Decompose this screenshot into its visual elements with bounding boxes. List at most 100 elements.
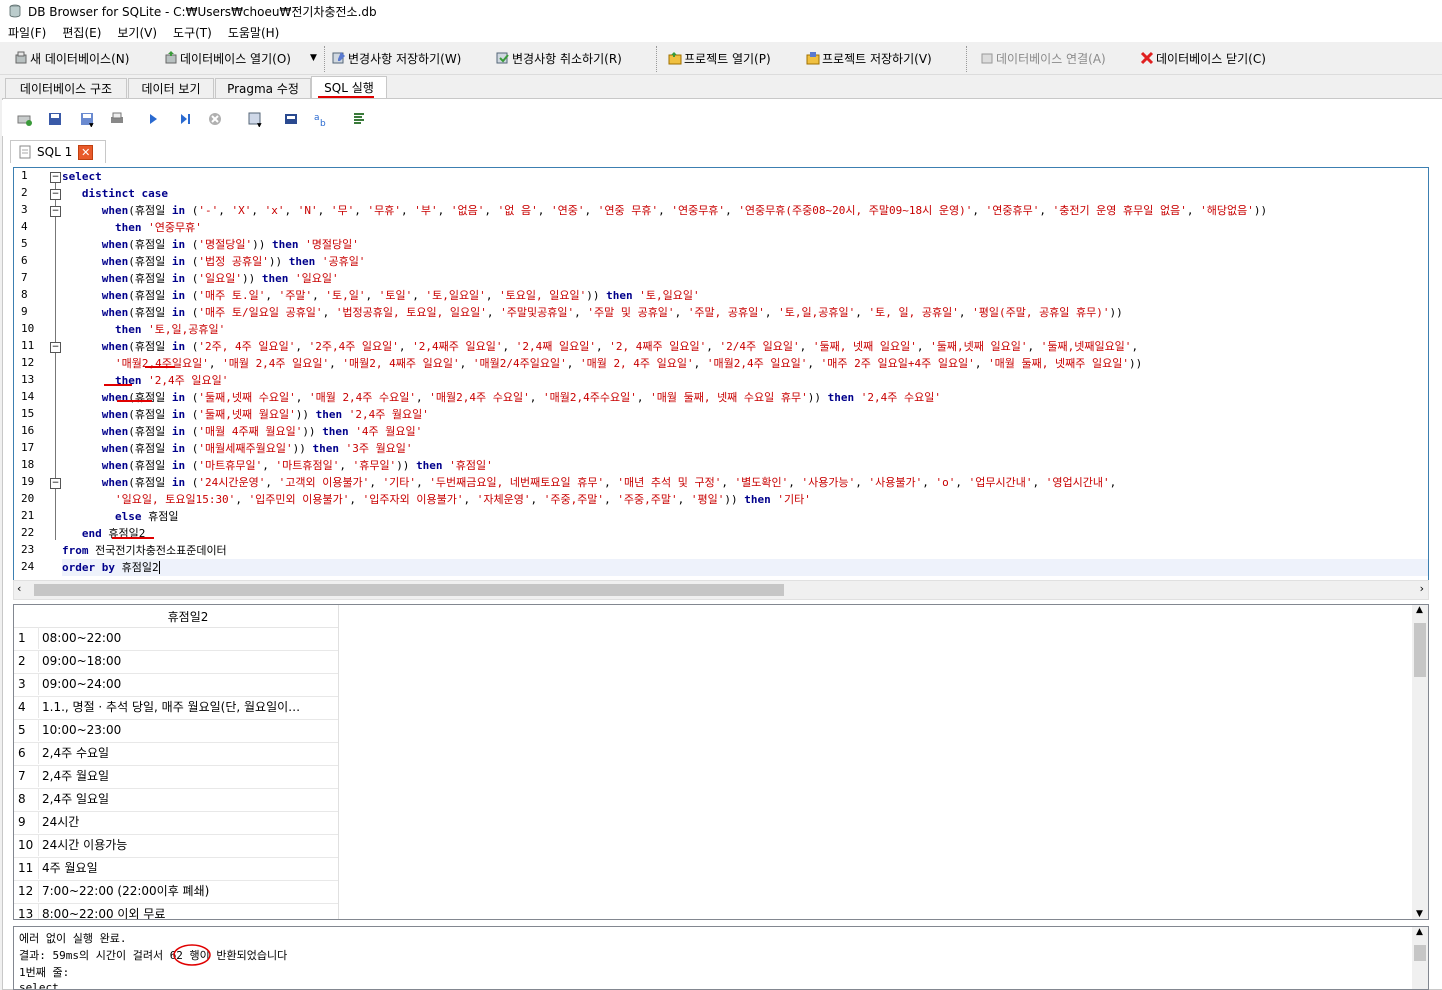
results-vertical-scrollbar[interactable]: ▲ ▼ bbox=[1412, 605, 1428, 919]
save-sql-file-button[interactable]: ▼ bbox=[78, 110, 96, 128]
fold-marker[interactable]: − bbox=[50, 478, 61, 489]
table-cell[interactable]: 2,4주 일요일 bbox=[38, 788, 338, 810]
table-cell[interactable]: 2,4주 수요일 bbox=[38, 742, 338, 764]
new-database-button[interactable]: 새 데이터베이스(N) bbox=[14, 46, 129, 70]
menu-edit[interactable]: 편집(E) bbox=[54, 24, 109, 41]
menu-view[interactable]: 보기(V) bbox=[109, 24, 165, 41]
row-number[interactable]: 13 bbox=[14, 903, 40, 919]
open-sql-file-button[interactable] bbox=[46, 110, 64, 128]
row-number[interactable]: 7 bbox=[14, 765, 40, 787]
window-title: DB Browser for SQLite - C:₩Users₩choeu₩전… bbox=[28, 4, 377, 19]
code-line: when(휴점일 in ('24시간운영', '고객외 이용불가', '기타',… bbox=[101, 476, 1117, 489]
scrollbar-thumb[interactable] bbox=[1414, 623, 1426, 677]
table-row[interactable]: 3 09:00~24:00 bbox=[14, 673, 338, 697]
table-row[interactable]: 13 8:00~22:00 이외 무료 bbox=[14, 903, 338, 919]
execute-current-line-button[interactable] bbox=[176, 110, 194, 128]
save-results-button[interactable]: ▼ bbox=[246, 110, 264, 128]
chevron-left-icon[interactable]: ‹ bbox=[17, 582, 21, 595]
table-row[interactable]: 9 24시간 bbox=[14, 811, 338, 835]
tab-edit-pragmas[interactable]: Pragma 수정 bbox=[215, 78, 311, 98]
table-row[interactable]: 1 08:00~22:00 bbox=[14, 627, 338, 651]
table-cell[interactable]: 24시간 bbox=[38, 811, 338, 833]
open-project-button[interactable]: 프로젝트 열기(P) bbox=[668, 46, 771, 70]
code-line: when(휴점일 in ('둘째,넷째 월요일')) then '2,4주 월요… bbox=[101, 408, 429, 421]
table-cell[interactable]: 24시간 이용가능 bbox=[38, 834, 338, 856]
annotation-underline bbox=[112, 537, 154, 539]
column-header[interactable]: 휴점일2 bbox=[38, 605, 338, 628]
stop-execution-button[interactable] bbox=[206, 110, 224, 128]
table-row[interactable]: 5 10:00~23:00 bbox=[14, 719, 338, 743]
row-number[interactable]: 8 bbox=[14, 788, 40, 810]
row-number[interactable]: 12 bbox=[14, 880, 40, 902]
row-number[interactable]: 3 bbox=[14, 673, 40, 695]
chevron-right-icon[interactable]: › bbox=[1420, 582, 1424, 595]
row-number[interactable]: 5 bbox=[14, 719, 40, 741]
table-cell[interactable]: 4주 월요일 bbox=[38, 857, 338, 879]
row-number[interactable]: 9 bbox=[14, 811, 40, 833]
results-grid[interactable]: 휴점일2 1 08:00~22:00 2 09:00~18:00 3 09:00~24:0… bbox=[13, 604, 1429, 920]
open-tab-button[interactable] bbox=[16, 110, 34, 128]
row-number[interactable]: 11 bbox=[14, 857, 40, 879]
close-database-button[interactable]: 데이터베이스 닫기(C) bbox=[1140, 46, 1266, 70]
attach-database-button[interactable]: 데이터베이스 연결(A) bbox=[980, 46, 1106, 70]
menu-tools[interactable]: 도구(T) bbox=[165, 24, 220, 41]
tab-browse-data[interactable]: 데이터 보기 bbox=[128, 78, 214, 98]
find-replace-button[interactable]: ab bbox=[312, 110, 330, 128]
table-cell[interactable]: 10:00~23:00 bbox=[38, 719, 338, 741]
table-row[interactable]: 11 4주 월요일 bbox=[14, 857, 338, 881]
scrollbar-thumb[interactable] bbox=[34, 584, 784, 596]
open-database-button[interactable]: 데이터베이스 열기(O) bbox=[164, 46, 291, 70]
table-row[interactable]: 8 2,4주 일요일 bbox=[14, 788, 338, 812]
row-number[interactable]: 10 bbox=[14, 834, 40, 856]
code-line: when(휴점일 in ('법정 공휴일')) then '공휴일' bbox=[101, 255, 366, 268]
row-number[interactable]: 2 bbox=[14, 650, 40, 672]
svg-text:a: a bbox=[314, 113, 320, 123]
row-number[interactable]: 4 bbox=[14, 696, 40, 718]
scrollbar-thumb[interactable] bbox=[1414, 945, 1426, 961]
table-row[interactable]: 2 09:00~18:00 bbox=[14, 650, 338, 674]
print-button[interactable] bbox=[108, 110, 126, 128]
chevron-up-icon[interactable]: ▲ bbox=[1416, 605, 1423, 615]
step-icon bbox=[181, 114, 190, 124]
table-row[interactable]: 6 2,4주 수요일 bbox=[14, 742, 338, 766]
menu-bar: 파일(F) 편집(E) 보기(V) 도구(T) 도움말(H) bbox=[0, 22, 1442, 42]
fold-marker[interactable]: − bbox=[50, 172, 61, 183]
menu-help[interactable]: 도움말(H) bbox=[220, 24, 288, 41]
menu-file[interactable]: 파일(F) bbox=[0, 24, 54, 41]
table-cell[interactable]: 09:00~24:00 bbox=[38, 673, 338, 695]
chevron-down-icon[interactable]: ▼ bbox=[1416, 909, 1423, 919]
close-x-icon bbox=[1140, 51, 1154, 65]
chevron-up-icon[interactable]: ▲ bbox=[1416, 927, 1423, 937]
revert-changes-button[interactable]: 변경사항 취소하기(R) bbox=[496, 46, 622, 70]
table-row[interactable]: 10 24시간 이용가능 bbox=[14, 834, 338, 858]
editor-horizontal-scrollbar[interactable]: ‹ › bbox=[13, 580, 1429, 600]
editor-tab-sql1[interactable]: SQL 1 ✕ bbox=[10, 140, 106, 163]
table-cell[interactable]: 08:00~22:00 bbox=[38, 627, 338, 649]
save-project-button[interactable]: 프로젝트 저장하기(V) bbox=[806, 46, 932, 70]
find-button[interactable] bbox=[282, 110, 300, 128]
row-number[interactable]: 6 bbox=[14, 742, 40, 764]
table-row[interactable]: 7 2,4주 월요일 bbox=[14, 765, 338, 789]
table-cell[interactable]: 09:00~18:00 bbox=[38, 650, 338, 672]
message-line: 1번째 줄: bbox=[19, 966, 70, 979]
tab-database-structure[interactable]: 데이터베이스 구조 bbox=[5, 78, 127, 98]
write-changes-button[interactable]: 변경사항 저장하기(W) bbox=[332, 46, 461, 70]
row-number[interactable]: 1 bbox=[14, 627, 40, 649]
execute-all-button[interactable] bbox=[144, 110, 162, 128]
open-database-dropdown[interactable]: ▼ bbox=[310, 46, 317, 70]
fold-marker[interactable]: − bbox=[50, 206, 61, 217]
table-cell[interactable]: 2,4주 월요일 bbox=[38, 765, 338, 787]
table-cell[interactable]: 8:00~22:00 이외 무료 bbox=[38, 903, 338, 919]
fold-marker[interactable]: − bbox=[50, 189, 61, 200]
table-row[interactable]: 12 7:00~22:00 (22:00이후 폐쇄) bbox=[14, 880, 338, 904]
fold-marker[interactable]: − bbox=[50, 342, 61, 353]
sql-editor[interactable]: 1 2 3 4 5 6 7 8 9 10 11 12 13 14 15 16 17 18 19 20 21 22 23 24 … bbox=[13, 167, 1429, 581]
message-vertical-scrollbar[interactable]: ▲ bbox=[1412, 927, 1428, 989]
revert-changes-icon bbox=[496, 52, 509, 64]
table-row[interactable]: 4 1.1., 명절 · 추석 당일, 매주 월요일(단, 월요일이… bbox=[14, 696, 338, 720]
table-cell[interactable]: 1.1., 명절 · 추석 당일, 매주 월요일(단, 월요일이… bbox=[38, 696, 338, 718]
tab-execute-sql[interactable]: SQL 실행 bbox=[311, 76, 387, 98]
comment-button[interactable] bbox=[350, 110, 368, 128]
close-tab-icon[interactable]: ✕ bbox=[78, 144, 94, 160]
table-cell[interactable]: 7:00~22:00 (22:00이후 폐쇄) bbox=[38, 880, 338, 902]
